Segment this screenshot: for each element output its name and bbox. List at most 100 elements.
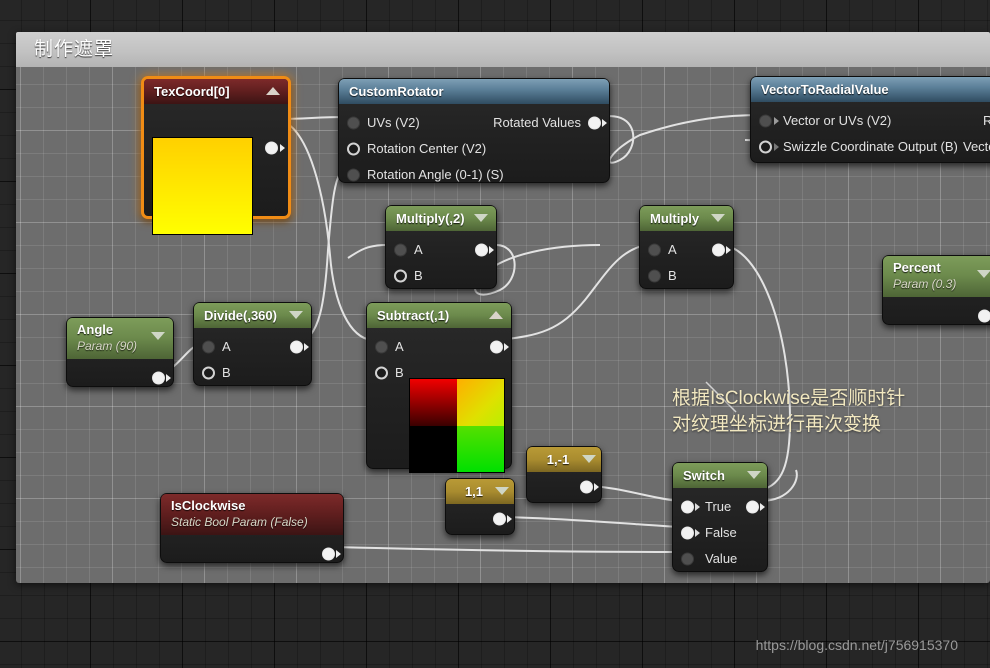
collapse-up-icon[interactable]	[489, 311, 503, 319]
pin-angle-out[interactable]	[152, 371, 165, 385]
node-subtract[interactable]: Subtract(,1) A B	[366, 302, 512, 473]
node-texcoord-title: TexCoord[0]	[154, 84, 230, 99]
pin-vector-or-uvs[interactable]	[759, 114, 772, 128]
node-texcoord[interactable]: TexCoord[0]	[141, 76, 291, 235]
pin-percent-out[interactable]	[978, 309, 990, 323]
node-multiply-2-header[interactable]: Multiply(,2)	[386, 206, 496, 231]
pin-div-out[interactable]	[290, 340, 303, 354]
pin-const-1-1-out[interactable]	[493, 512, 506, 526]
node-angle-header[interactable]: Angle Param (90)	[67, 318, 173, 359]
node-percent[interactable]: Percent Param (0.3)	[882, 255, 990, 325]
pin-const-1-1-out-arrow	[507, 515, 512, 523]
node-switch[interactable]: Switch True False Value	[672, 462, 768, 572]
chevron-down-icon[interactable]	[977, 270, 990, 278]
pin-row-vector-or-uvs: Vector or UVs (V2) R	[751, 108, 990, 134]
node-is-clockwise-subtitle: Static Bool Param (False)	[171, 515, 308, 529]
pin-row-rotation-angle: Rotation Angle (0-1) (S)	[339, 162, 609, 188]
subtract-preview	[409, 378, 505, 473]
chevron-down-icon[interactable]	[474, 214, 488, 222]
pin-div-a[interactable]	[202, 340, 215, 354]
comment-title[interactable]: 制作遮罩	[16, 32, 990, 67]
node-vector-to-radial-value[interactable]: VectorToRadialValue Vector or UVs (V2) R…	[750, 76, 990, 163]
pin-switch-value[interactable]	[681, 552, 694, 566]
node-subtract-header[interactable]: Subtract(,1)	[367, 303, 511, 328]
chevron-down-icon[interactable]	[747, 471, 761, 479]
node-angle[interactable]: Angle Param (90)	[66, 317, 174, 387]
texcoord-output-arrow	[280, 144, 285, 152]
chevron-down-icon[interactable]	[582, 455, 596, 463]
pin-rotation-angle[interactable]	[347, 168, 360, 182]
node-texcoord-body	[144, 104, 288, 235]
pin-vector-converted-label: Vector C	[963, 139, 990, 154]
pin-row-switch-false: False	[673, 520, 767, 546]
pin-mul-a[interactable]	[648, 243, 661, 257]
node-multiply-2-title: Multiply(,2)	[396, 211, 465, 226]
pin-row-mul-b: B	[640, 263, 733, 289]
pin-swizzle-coordinate-output[interactable]	[759, 140, 772, 154]
node-is-clockwise[interactable]: IsClockwise Static Bool Param (False)	[160, 493, 344, 563]
pin-div-out-arrow	[304, 343, 309, 351]
chevron-down-icon[interactable]	[495, 487, 509, 495]
node-switch-header[interactable]: Switch	[673, 463, 767, 488]
pin-vector-or-uvs-arrow	[774, 117, 779, 125]
node-const-1-neg1-header[interactable]: 1,-1	[527, 447, 601, 472]
node-texcoord-header[interactable]: TexCoord[0]	[144, 79, 288, 104]
node-divide[interactable]: Divide(,360) A B	[193, 302, 312, 386]
pin-div-b-label: B	[222, 365, 231, 380]
node-multiply[interactable]: Multiply A B	[639, 205, 734, 289]
chevron-down-icon[interactable]	[711, 214, 725, 222]
pin-sub-b[interactable]	[375, 366, 388, 380]
node-switch-title: Switch	[683, 468, 725, 483]
node-divide-header[interactable]: Divide(,360)	[194, 303, 311, 328]
node-const-1-1-header[interactable]: 1,1	[446, 479, 514, 504]
pin-rotated-values-arrow	[602, 119, 607, 127]
pin-swizzle-arrow	[774, 143, 779, 151]
pin-sub-a[interactable]	[375, 340, 388, 354]
pin-mul-out[interactable]	[712, 243, 725, 257]
node-custom-rotator-body: UVs (V2) Rotated Values Rotation Center …	[339, 104, 609, 196]
node-custom-rotator[interactable]: CustomRotator UVs (V2) Rotated Values Ro…	[338, 78, 610, 183]
node-vector-to-radial-header[interactable]: VectorToRadialValue	[751, 77, 990, 102]
pin-sub-b-label: B	[395, 365, 404, 380]
pin-switch-true[interactable]	[681, 500, 694, 514]
pin-switch-out[interactable]	[746, 500, 759, 514]
collapse-up-icon[interactable]	[266, 87, 280, 95]
node-multiply-2[interactable]: Multiply(,2) A B	[385, 205, 497, 289]
pin-const-1-neg1-out[interactable]	[580, 480, 593, 494]
pin-sub-a-label: A	[395, 339, 404, 354]
pin-switch-true-arrow	[695, 503, 700, 511]
texcoord-output-pin[interactable]	[265, 141, 278, 155]
node-is-clockwise-header[interactable]: IsClockwise Static Bool Param (False)	[161, 494, 343, 535]
pin-sub-out[interactable]	[490, 340, 503, 354]
pin-mul2-b[interactable]	[394, 269, 407, 283]
pin-is-clockwise-out[interactable]	[322, 547, 335, 561]
pin-switch-out-arrow	[760, 503, 765, 511]
node-custom-rotator-header[interactable]: CustomRotator	[339, 79, 609, 104]
pin-rotation-center[interactable]	[347, 142, 360, 156]
node-multiply-header[interactable]: Multiply	[640, 206, 733, 231]
node-angle-title: Angle	[77, 322, 114, 337]
pin-row-switch-value: Value	[673, 546, 767, 572]
node-divide-body: A B	[194, 328, 311, 394]
node-const-1-neg1-title: 1,-1	[546, 452, 570, 467]
node-percent-header[interactable]: Percent Param (0.3)	[883, 256, 990, 297]
pin-mul2-a[interactable]	[394, 243, 407, 257]
node-vector-to-radial-title: VectorToRadialValue	[761, 82, 889, 97]
pin-mul-b[interactable]	[648, 269, 661, 283]
chevron-down-icon[interactable]	[151, 332, 165, 340]
pin-mul2-out[interactable]	[475, 243, 488, 257]
pin-row-is-clockwise-out	[161, 541, 343, 567]
pin-row-const-1-neg1-out	[527, 474, 601, 500]
graph-canvas[interactable]: 制作遮罩 TexCoord[0] CustomRotator UVs (V2) …	[0, 0, 990, 668]
pin-vector-or-uvs-label: Vector or UVs (V2)	[783, 113, 892, 128]
pin-switch-false[interactable]	[681, 526, 694, 540]
pin-rotated-values[interactable]	[588, 116, 601, 130]
node-angle-body	[67, 359, 173, 403]
pin-div-b[interactable]	[202, 366, 215, 380]
pin-uvs[interactable]	[347, 116, 360, 130]
pin-switch-false-label: False	[705, 525, 737, 540]
node-const-1-neg1[interactable]: 1,-1	[526, 446, 602, 503]
node-const-1-1[interactable]: 1,1	[445, 478, 515, 535]
chevron-down-icon[interactable]	[289, 311, 303, 319]
texcoord-preview	[152, 137, 253, 235]
